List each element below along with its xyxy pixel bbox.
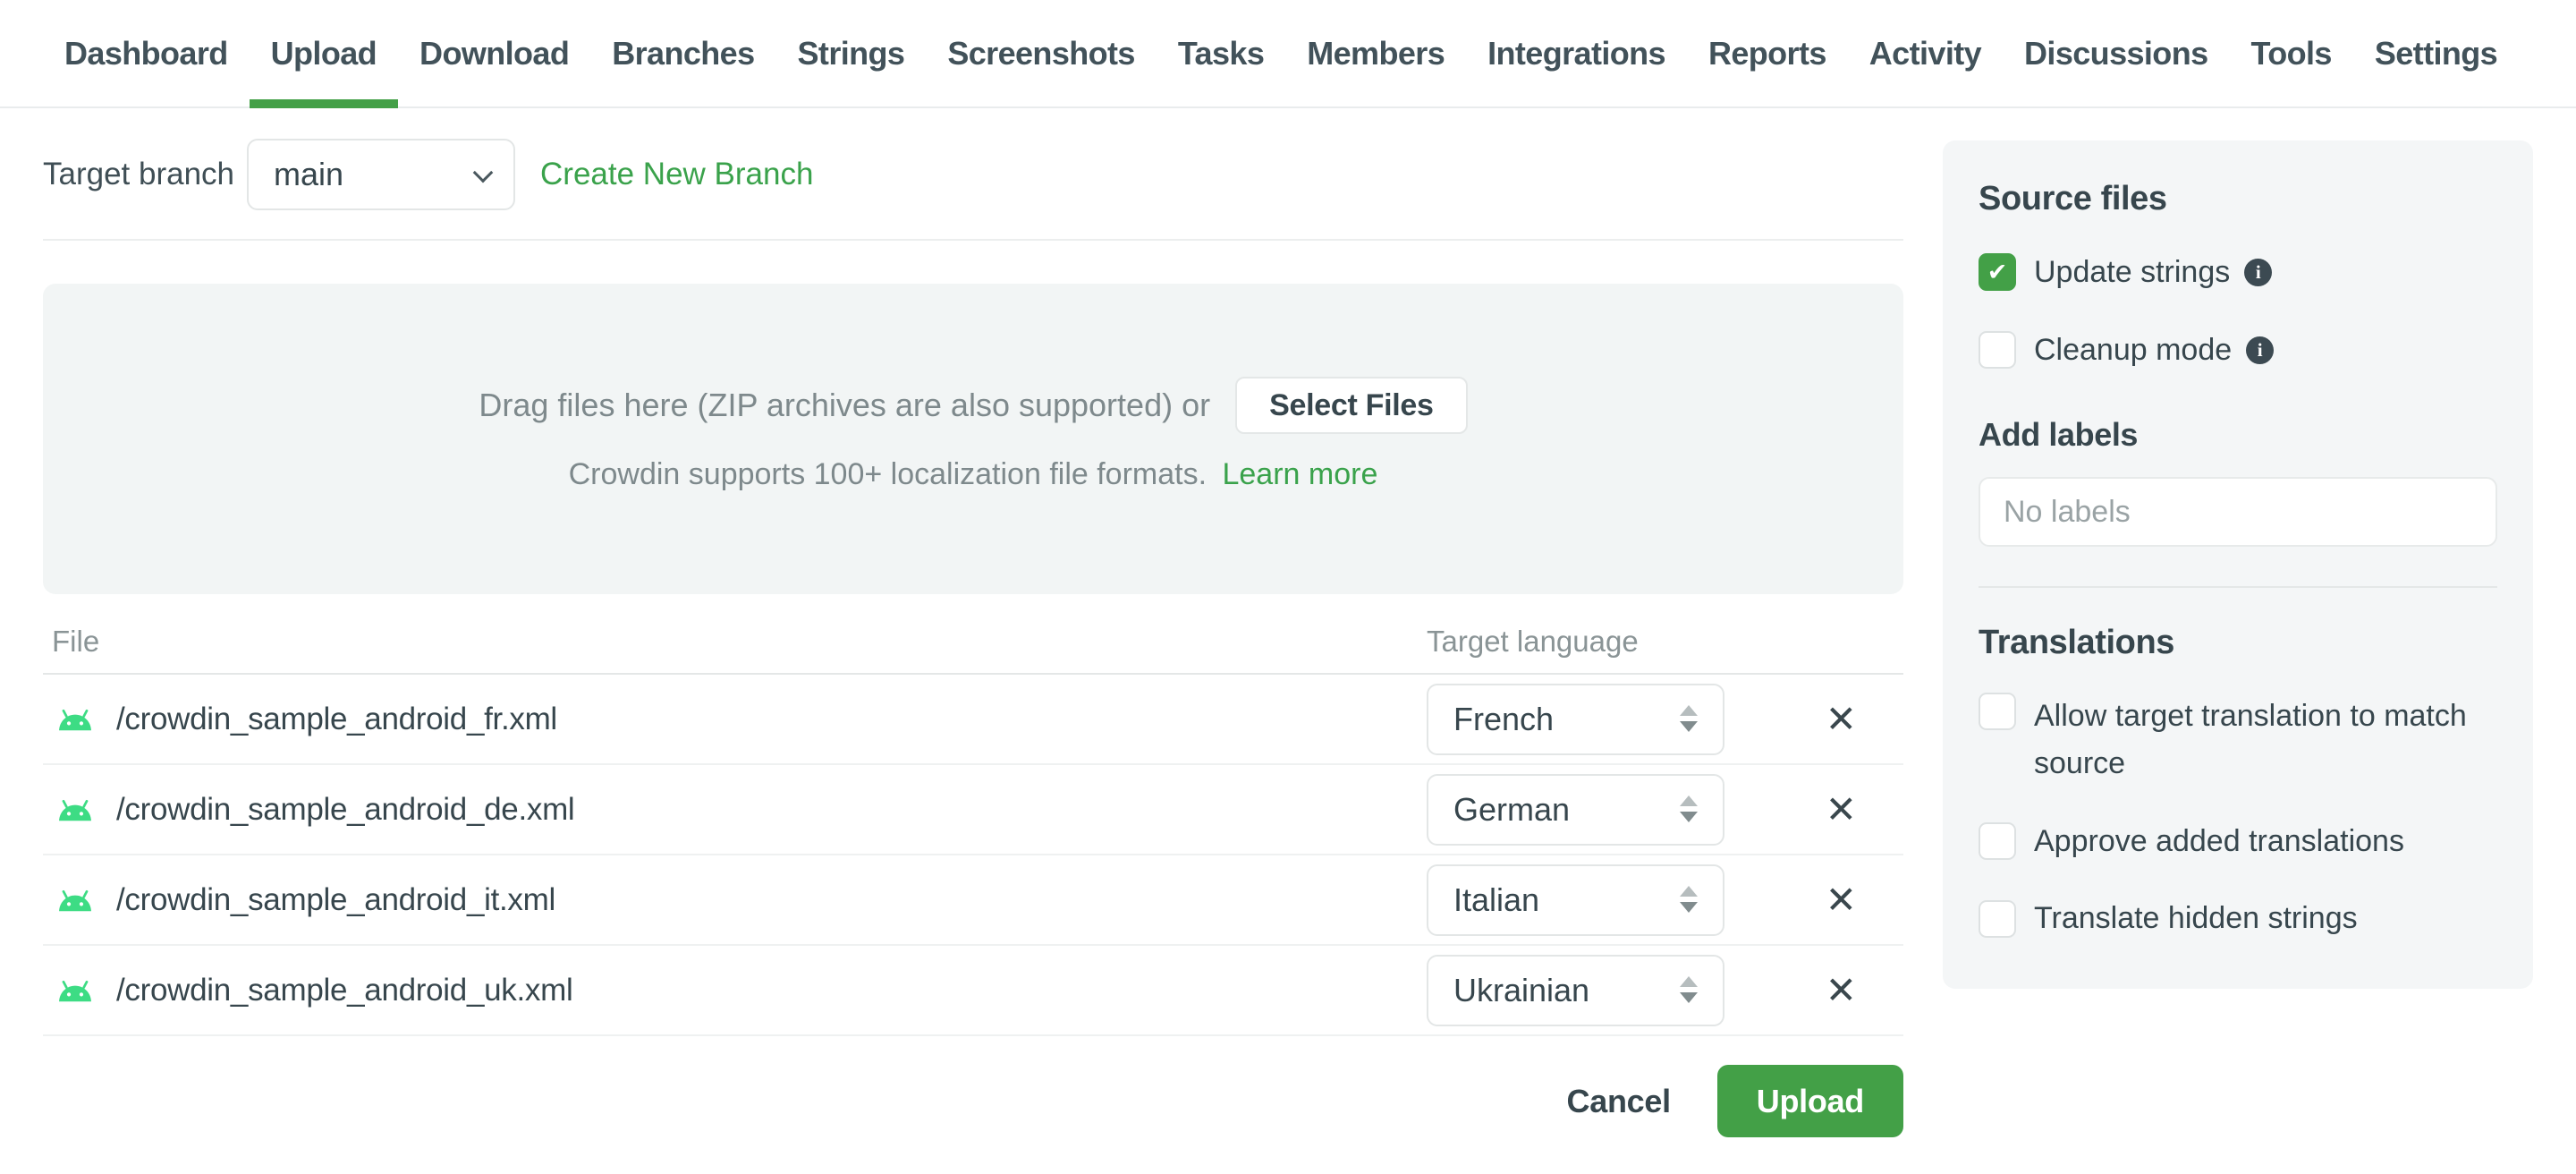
file-dropzone[interactable]: Drag files here (ZIP archives are also s…	[43, 284, 1903, 594]
translate-hidden-strings-option: Translate hidden strings	[1979, 895, 2497, 942]
remove-file-button[interactable]: ✕	[1826, 790, 1857, 829]
allow-target-translation-label: Allow target translation to match source	[2034, 699, 2467, 781]
file-name: /crowdin_sample_android_de.xml	[116, 791, 575, 827]
language-column-header: Target language	[1427, 625, 1639, 658]
remove-file-button[interactable]: ✕	[1826, 880, 1857, 919]
file-name: /crowdin_sample_android_it.xml	[116, 881, 555, 917]
android-file-icon	[59, 889, 91, 911]
page-content: Target branch main Create New Branch Dra…	[0, 108, 2576, 1137]
translate-hidden-strings-checkbox[interactable]	[1979, 899, 2016, 938]
approve-added-translations-label: Approve added translations	[2034, 823, 2404, 858]
top-navigation: Dashboard Upload Download Branches Strin…	[0, 0, 2576, 108]
nav-tab-settings[interactable]: Settings	[2353, 0, 2519, 106]
file-cell: /crowdin_sample_android_it.xml	[43, 882, 1427, 918]
file-name: /crowdin_sample_android_fr.xml	[116, 701, 557, 736]
select-sorter-icon	[1680, 975, 1698, 1003]
remove-file-button[interactable]: ✕	[1826, 700, 1857, 738]
nav-tab-integrations[interactable]: Integrations	[1466, 0, 1687, 106]
select-sorter-icon	[1680, 795, 1698, 822]
target-language-select[interactable]: French	[1427, 683, 1724, 755]
language-cell: German ✕	[1427, 773, 1903, 846]
info-icon[interactable]: i	[2246, 336, 2275, 364]
nav-tab-strings[interactable]: Strings	[776, 0, 927, 106]
android-file-icon	[59, 980, 91, 1001]
upload-button[interactable]: Upload	[1716, 1065, 1903, 1137]
upload-main-panel: Target branch main Create New Branch Dra…	[43, 108, 1903, 1137]
upload-options-sidebar: Source files ✔ Update strings i Cleanup …	[1943, 140, 2533, 990]
approve-added-translations-checkbox[interactable]	[1979, 822, 2016, 861]
cleanup-mode-checkbox[interactable]	[1979, 331, 2016, 370]
learn-more-link[interactable]: Learn more	[1222, 457, 1377, 491]
formats-text: Crowdin supports 100+ localization file …	[568, 457, 1208, 491]
nav-tab-tasks[interactable]: Tasks	[1157, 0, 1285, 106]
allow-target-translation-option: Allow target translation to match source	[1979, 693, 2497, 787]
language-cell: Ukrainian ✕	[1427, 954, 1903, 1026]
labels-input[interactable]	[1979, 477, 2497, 548]
file-name: /crowdin_sample_android_uk.xml	[116, 972, 573, 1008]
table-row: /crowdin_sample_android_it.xml Italian ✕	[43, 855, 1903, 946]
nav-tab-members[interactable]: Members	[1285, 0, 1466, 106]
drag-files-text: Drag files here (ZIP archives are also s…	[479, 387, 1211, 423]
nav-tab-activity[interactable]: Activity	[1848, 0, 2003, 106]
target-language-select[interactable]: Italian	[1427, 863, 1724, 936]
remove-file-button[interactable]: ✕	[1826, 971, 1857, 1009]
target-branch-value: main	[274, 156, 344, 192]
nav-tab-reports[interactable]: Reports	[1687, 0, 1848, 106]
file-cell: /crowdin_sample_android_fr.xml	[43, 702, 1427, 737]
target-language-value: French	[1453, 700, 1555, 737]
table-row: /crowdin_sample_android_de.xml German ✕	[43, 765, 1903, 855]
nav-tab-discussions[interactable]: Discussions	[2003, 0, 2229, 106]
dropzone-line1: Drag files here (ZIP archives are also s…	[479, 377, 1468, 434]
files-table-header: File Target language	[43, 594, 1903, 675]
cleanup-mode-option: Cleanup mode i	[1979, 327, 2497, 374]
nav-tab-upload[interactable]: Upload	[249, 0, 399, 108]
create-new-branch-link[interactable]: Create New Branch	[540, 157, 813, 192]
nav-tab-dashboard[interactable]: Dashboard	[43, 0, 250, 106]
target-language-value: German	[1453, 790, 1571, 828]
divider	[1979, 586, 2497, 589]
nav-tab-screenshots[interactable]: Screenshots	[926, 0, 1157, 106]
dropzone-line2: Crowdin supports 100+ localization file …	[569, 457, 1378, 492]
target-branch-select[interactable]: main	[247, 139, 516, 210]
table-row: /crowdin_sample_android_uk.xml Ukrainian…	[43, 946, 1903, 1036]
translations-title: Translations	[1979, 624, 2175, 662]
translate-hidden-strings-label: Translate hidden strings	[2034, 901, 2358, 936]
table-row: /crowdin_sample_android_fr.xml French ✕	[43, 675, 1903, 765]
android-file-icon	[59, 709, 91, 730]
cancel-button[interactable]: Cancel	[1567, 1083, 1672, 1120]
cleanup-mode-label: Cleanup mode	[2034, 332, 2233, 367]
add-labels-title: Add labels	[1979, 416, 2139, 454]
form-actions: Cancel Upload	[43, 1065, 1903, 1137]
target-language-select[interactable]: Ukrainian	[1427, 954, 1724, 1026]
select-sorter-icon	[1680, 704, 1698, 732]
info-icon[interactable]: i	[2244, 258, 2273, 286]
allow-target-translation-checkbox[interactable]	[1979, 693, 2016, 731]
target-language-value: Ukrainian	[1453, 971, 1590, 1008]
select-sorter-icon	[1680, 885, 1698, 913]
target-branch-label: Target branch	[43, 157, 235, 191]
file-cell: /crowdin_sample_android_uk.xml	[43, 973, 1427, 1008]
nav-tab-download[interactable]: Download	[398, 0, 590, 106]
update-strings-checkbox[interactable]: ✔	[1979, 253, 2016, 292]
chevron-down-icon	[472, 162, 494, 183]
target-branch-row: Target branch main Create New Branch	[43, 139, 1903, 210]
approve-added-translations-option: Approve added translations	[1979, 818, 2497, 865]
update-strings-option: ✔ Update strings i	[1979, 249, 2497, 296]
file-cell: /crowdin_sample_android_de.xml	[43, 792, 1427, 828]
source-files-title: Source files	[1979, 180, 2167, 217]
target-language-select[interactable]: German	[1427, 773, 1724, 846]
target-language-value: Italian	[1453, 880, 1540, 918]
update-strings-label: Update strings	[2034, 255, 2231, 289]
nav-tab-branches[interactable]: Branches	[590, 0, 775, 106]
select-files-button[interactable]: Select Files	[1235, 377, 1468, 434]
language-cell: French ✕	[1427, 683, 1903, 755]
divider	[43, 239, 1903, 241]
file-column-header: File	[52, 625, 100, 658]
android-file-icon	[59, 799, 91, 821]
language-cell: Italian ✕	[1427, 863, 1903, 936]
nav-tab-tools[interactable]: Tools	[2230, 0, 2353, 106]
